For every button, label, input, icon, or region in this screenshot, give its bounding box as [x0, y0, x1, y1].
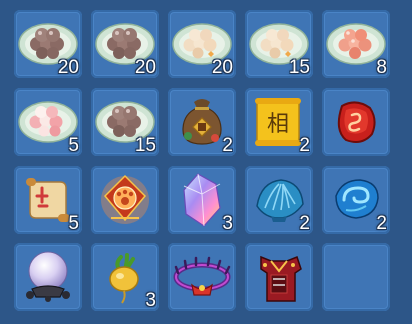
item-count: 15 [134, 135, 156, 156]
item-count: 2 [222, 135, 233, 156]
item-count: 5 [68, 213, 79, 234]
inventory-slot[interactable]: 5 [14, 166, 82, 234]
item-count: 3 [145, 290, 156, 311]
item-count: 2 [299, 135, 310, 156]
inventory-slot[interactable] [322, 88, 390, 156]
inventory-slot-empty[interactable] [322, 243, 390, 311]
item-count: 2 [376, 213, 387, 234]
item-count: 3 [222, 213, 233, 234]
item-count: 5 [68, 135, 79, 156]
red-rune-stone-icon [337, 101, 376, 143]
inventory-slot[interactable]: 相 2 [245, 88, 313, 156]
scroll-glyph: 相 [267, 112, 289, 137]
item-count: 20 [211, 57, 233, 78]
item-count: 20 [134, 57, 156, 78]
crystal-ball-icon [26, 251, 70, 302]
inventory-slot[interactable]: 20 [91, 10, 159, 78]
item-count: 20 [57, 57, 79, 78]
red-armor-icon [260, 255, 302, 302]
inventory-slot[interactable]: 15 [91, 88, 159, 156]
inventory-grid: 20 20 20 15 8 5 15 2 相 2 5 3 2 2 3 [0, 0, 412, 324]
inventory-slot[interactable]: 5 [14, 88, 82, 156]
item-count: 8 [376, 57, 387, 78]
inventory-slot[interactable]: 20 [14, 10, 82, 78]
inventory-slot[interactable]: 20 [168, 10, 236, 78]
inventory-slot[interactable]: 3 [91, 243, 159, 311]
inventory-slot[interactable] [14, 243, 82, 311]
inventory-slot[interactable]: 15 [245, 10, 313, 78]
item-count: 2 [299, 213, 310, 234]
thorn-crown-icon [173, 256, 231, 296]
inventory-slot[interactable] [245, 243, 313, 311]
inventory-slot[interactable]: 2 [322, 166, 390, 234]
item-count: 15 [288, 57, 310, 78]
inventory-slot[interactable]: 3 [168, 166, 236, 234]
inventory-slot[interactable] [91, 166, 159, 234]
inventory-slot[interactable] [168, 243, 236, 311]
inventory-slot[interactable]: 2 [245, 166, 313, 234]
inventory-slot[interactable]: 8 [322, 10, 390, 78]
inventory-slot[interactable]: 2 [168, 88, 236, 156]
glowing-paw-seal-icon [101, 174, 149, 224]
